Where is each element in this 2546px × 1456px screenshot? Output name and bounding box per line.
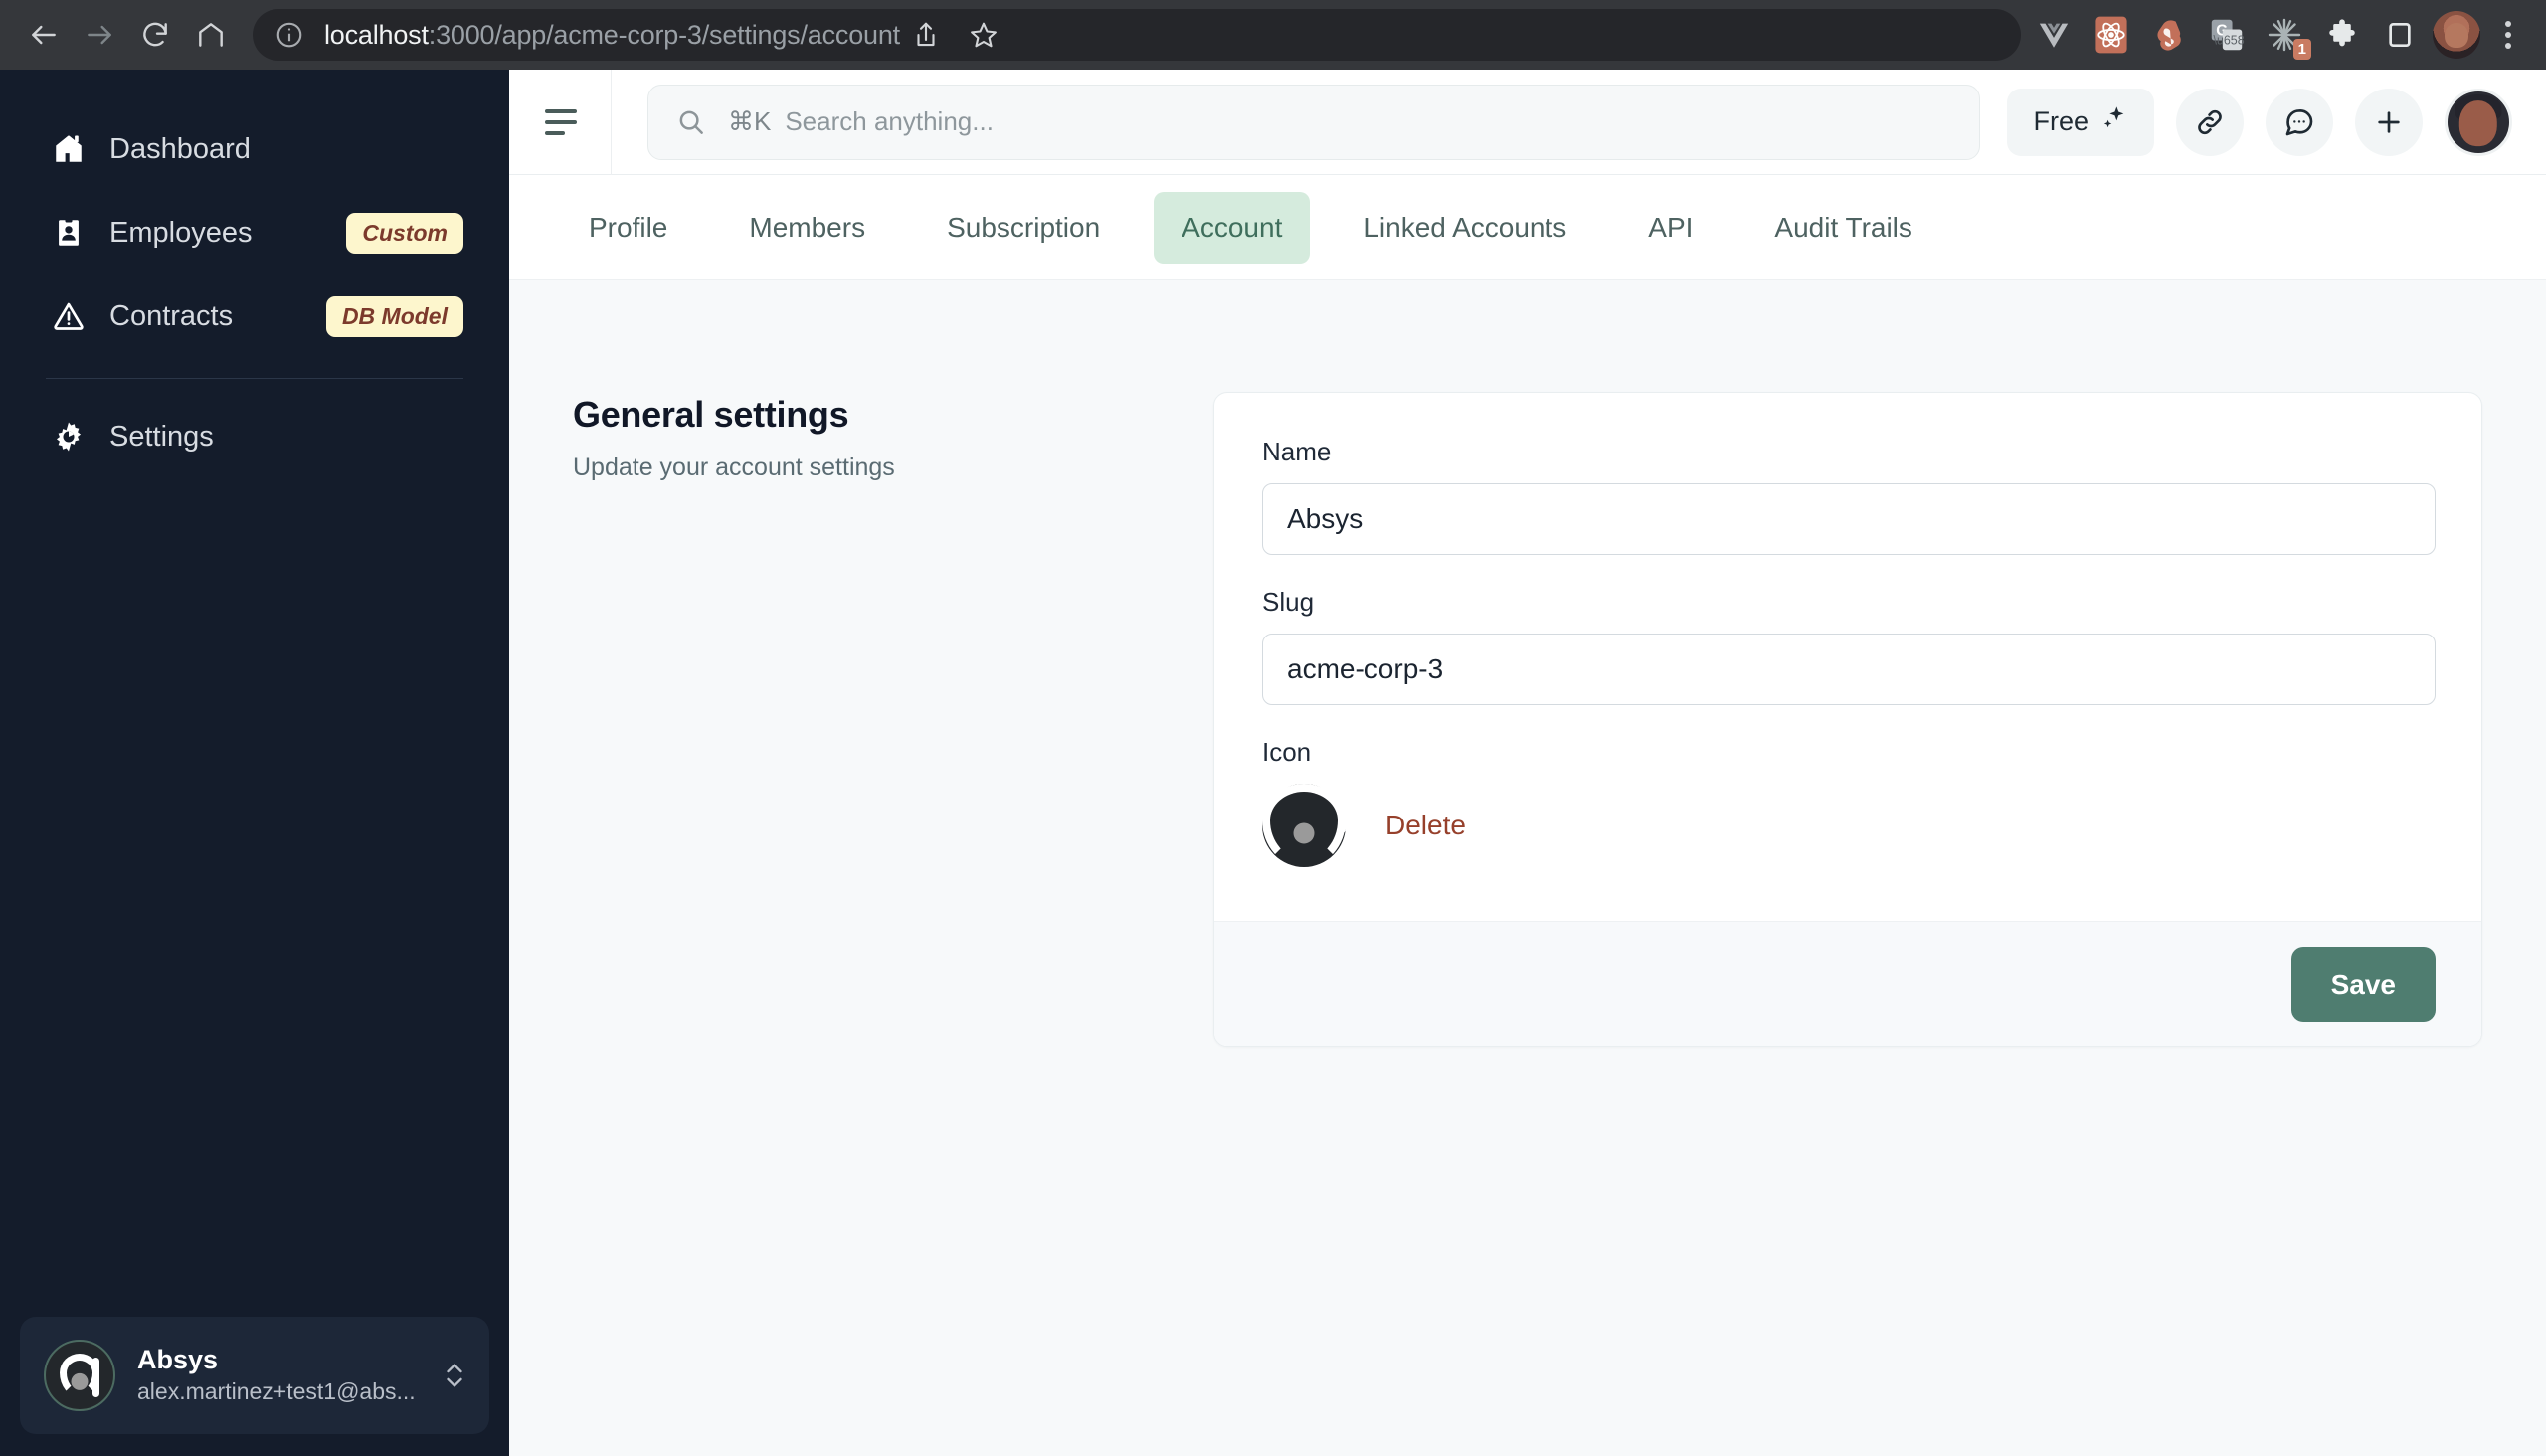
search-placeholder: Search anything... [785,106,994,136]
home-icon [46,132,91,166]
icon-label: Icon [1262,737,1312,767]
address-bar-url: localhost:3000/app/acme-corp-3/settings/… [324,19,900,50]
sidebar: Dashboard Employees Custom Contracts DB … [0,70,509,1456]
sidebar-badge-custom: Custom [346,212,463,254]
org-email: alex.martinez+test1@abs... [137,1377,416,1404]
starburst-extension-icon[interactable]: 1 [2262,12,2311,60]
gear-icon [46,420,91,454]
sidebar-badge-db-model: DB Model [325,295,463,337]
icon-row: Delete [1262,784,2434,867]
forward-button[interactable] [72,7,127,63]
side-panel-icon[interactable] [2377,12,2423,58]
tab-subscription[interactable]: Subscription [919,192,1128,264]
home-button[interactable] [183,7,239,63]
id-badge-icon [46,216,91,250]
sidebar-item-dashboard[interactable]: Dashboard [0,107,509,191]
tab-api[interactable]: API [1620,192,1721,264]
topbar: ⌘K Search anything... Free [509,69,2546,175]
field-slug: Slug acme-corp-3 [1262,587,2436,705]
topbar-actions: Free [2007,88,2546,156]
delete-icon-link[interactable]: Delete [1385,810,1466,841]
org-switcher[interactable]: Absys alex.martinez+test1@abs... [20,1317,489,1434]
vue-devtools-icon[interactable] [2031,12,2077,58]
slug-input[interactable]: acme-corp-3 [1262,634,2436,705]
save-button[interactable]: Save [2290,946,2436,1022]
react-devtools-icon[interactable] [2089,12,2134,58]
card-body: Name Absys Slug acme-corp-3 Icon Delete [1214,393,2481,921]
absys-logo-icon[interactable] [1262,784,1346,867]
tab-profile[interactable]: Profile [561,192,695,264]
tab-account[interactable]: Account [1154,191,1311,264]
tab-linked-accounts[interactable]: Linked Accounts [1336,192,1594,264]
share-icon[interactable] [900,9,952,61]
settings-tabs: Profile Members Subscription Account Lin… [509,175,2546,280]
field-icon: Icon Delete [1262,737,2434,867]
browser-chrome: localhost:3000/app/acme-corp-3/settings/… [0,0,2546,70]
chevron-up-down-icon[interactable] [444,1359,465,1392]
forward-arrow-icon [88,25,111,45]
name-input[interactable]: Absys [1262,483,2436,555]
plan-label: Free [2033,106,2089,136]
settings-content: General settings Update your account set… [509,280,2546,1456]
chat-bubble-icon[interactable] [2266,88,2333,156]
app-viewport: Dashboard Employees Custom Contracts DB … [0,69,2546,1456]
page-title: General settings [573,394,849,435]
extension-icons: G\u6587 1 [2031,12,2433,60]
google-translate-icon[interactable]: G\u6587 [2204,12,2250,58]
page-subtitle: Update your account settings [573,454,895,481]
search-shortcut-hint: ⌘K [728,106,772,136]
sidebar-item-employees[interactable]: Employees Custom [0,191,509,274]
tab-members[interactable]: Members [721,192,893,264]
sidebar-item-label: Settings [109,420,214,453]
address-bar-actions [900,9,1015,61]
reload-button[interactable] [127,7,183,63]
sidebar-item-label: Employees [109,216,253,249]
three-dot-icon [2505,21,2511,49]
sidebar-item-settings[interactable]: Settings [0,395,509,478]
slug-label: Slug [1262,587,1315,617]
plan-badge-free[interactable]: Free [2007,88,2154,156]
back-button[interactable] [16,7,72,63]
field-name: Name Absys [1262,437,2436,555]
chrome-profile-avatar[interactable] [2433,11,2480,59]
tab-audit-trails[interactable]: Audit Trails [1746,192,1940,264]
reload-icon [143,22,167,47]
search-icon [676,107,706,137]
sidebar-divider [46,378,463,379]
absys-logo-avatar [44,1340,115,1411]
back-arrow-icon [32,25,56,45]
home-icon [199,23,223,47]
general-settings-card: Name Absys Slug acme-corp-3 Icon Delete [1213,392,2482,1047]
plus-icon[interactable] [2355,88,2423,156]
extensions-puzzle-icon[interactable] [2319,12,2365,58]
link-icon[interactable] [2176,88,2244,156]
bookmark-star-icon[interactable] [958,9,1009,61]
chrome-three-dot-menu[interactable] [2480,7,2536,63]
address-bar[interactable]: localhost:3000/app/acme-corp-3/settings/… [253,9,2021,61]
sidebar-item-contracts[interactable]: Contracts DB Model [0,274,509,358]
extension-badge-count: 1 [2292,39,2311,60]
svg-text:\u6587: \u6587 [2213,34,2245,48]
info-circle-icon[interactable] [274,20,304,50]
section-header: General settings Update your account set… [573,394,1209,482]
sidebar-item-label: Contracts [109,299,234,332]
user-avatar[interactable] [2445,88,2512,156]
sparkles-icon [2100,104,2128,139]
warning-triangle-icon [46,299,91,333]
sidebar-item-label: Dashboard [109,132,251,165]
org-name: Absys [137,1345,219,1375]
sidebar-nav: Dashboard Employees Custom Contracts DB … [0,70,509,478]
name-label: Name [1262,437,1332,466]
svelte-devtools-icon[interactable] [2146,12,2192,58]
card-footer: Save [1214,921,2481,1046]
sidebar-collapse-icon[interactable] [533,94,589,150]
search-input[interactable]: ⌘K Search anything... [647,84,1980,160]
topbar-separator [611,69,612,175]
